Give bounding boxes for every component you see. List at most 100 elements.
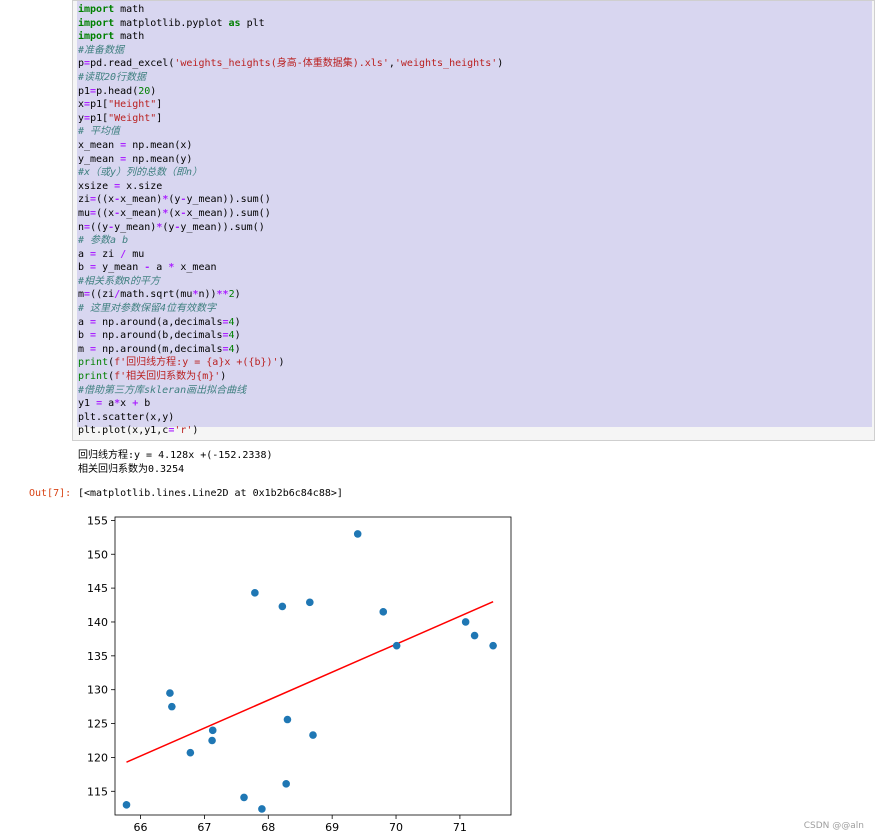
scatter-point: [122, 801, 131, 809]
code-token: y_mean)).sum(): [180, 221, 265, 233]
scatter-point: [208, 736, 216, 745]
code-token: x_mean: [78, 139, 121, 151]
code-line: b = y_mean - a * x_mean: [78, 261, 503, 275]
code-line: a = np.around(a,decimals=4): [78, 316, 503, 330]
code-line: x_mean = np.mean(x): [78, 139, 503, 153]
code-line: import math: [78, 3, 503, 17]
code-token: import: [78, 17, 115, 29]
code-token: #相关系数R的平方: [78, 275, 161, 287]
code-token: np.mean(y): [126, 153, 193, 165]
code-token: x_mean): [120, 194, 163, 206]
scatter-point: [240, 793, 248, 802]
code-token: #准备数据: [78, 44, 125, 56]
scatter-point: [168, 702, 176, 711]
code-token: xsize: [78, 180, 115, 192]
code-line: p1=p.head(20): [78, 85, 503, 99]
y-tick-label: 115: [87, 785, 108, 798]
code-cell[interactable]: import math import matplotlib.pyplot as p…: [72, 0, 875, 441]
code-line: #读取20行数据: [78, 71, 503, 85]
scatter-point: [258, 805, 266, 813]
code-token: np.mean(x): [126, 139, 193, 151]
scatter-point: [461, 618, 470, 626]
code-token: (x: [168, 207, 181, 219]
x-tick-label: 69: [325, 821, 339, 832]
code-token: #读取20行数据: [78, 71, 147, 83]
code-line: plt.scatter(x,y): [78, 411, 503, 425]
scatter-point: [306, 598, 314, 607]
code-token: 20: [138, 85, 151, 97]
code-token: math: [114, 31, 145, 43]
code-line: b = np.around(b,decimals=4): [78, 329, 503, 343]
code-token: np.around(a,decimals: [96, 316, 223, 328]
code-token: b: [78, 330, 91, 342]
scatter-point: [353, 530, 362, 538]
code-token: pd.read_excel(: [90, 58, 175, 70]
code-line: y_mean = np.mean(y): [78, 153, 503, 167]
code-line: print(f'相关回归系数为{m}'): [78, 370, 503, 384]
code-line: p=pd.read_excel('weights_heights(身高-体重数据…: [78, 57, 503, 71]
correlation-text: 相关回归系数为0.3254: [78, 463, 185, 475]
code-token: import: [78, 31, 115, 43]
code-line: y=p1["Weight"]: [78, 112, 503, 126]
code-token: p1: [78, 85, 91, 97]
code-token: a: [102, 398, 115, 410]
code-line: n=((y-y_mean)*(y-y_mean)).sum(): [78, 221, 503, 235]
code-token: x_mean: [174, 262, 217, 274]
code-token: as: [228, 17, 241, 29]
scatter-point: [186, 748, 195, 757]
code-token: mu: [78, 207, 91, 219]
plot-axes-frame: [114, 516, 512, 816]
code-token: 'r': [174, 425, 193, 437]
code-token: y_mean)).sum(): [186, 194, 271, 206]
y-tick-label: 120: [87, 751, 108, 764]
code-token: np.around(b,decimals: [96, 330, 223, 342]
code-line: #相关系数R的平方: [78, 275, 503, 289]
code-token: ): [234, 330, 241, 342]
code-token: # 参数a b: [78, 235, 129, 247]
scatter-point: [208, 726, 217, 735]
scatter-point: [470, 631, 479, 640]
code-token: ): [234, 343, 241, 355]
code-line: import matplotlib.pyplot as plt: [78, 17, 503, 31]
code-token: # 平均值: [78, 126, 121, 138]
code-line: import math: [78, 30, 503, 44]
scatter-point: [392, 641, 401, 650]
code-token: plt.plot(x,y1,c: [78, 425, 169, 437]
code-token: print: [78, 371, 109, 383]
y-tick-label: 140: [87, 616, 108, 629]
code-token: f'回归线方程:y = {a}x +({b})': [114, 357, 279, 369]
x-tick-label: 70: [389, 821, 403, 832]
code-token: ]: [156, 99, 163, 111]
scatter-point: [309, 731, 317, 739]
code-line: # 这里对参数保留4位有效数字: [78, 302, 503, 316]
code-token: a: [78, 316, 91, 328]
y-tick-label: 145: [87, 582, 108, 595]
scatter-point: [283, 715, 292, 724]
code-line: m = np.around(m,decimals=4): [78, 343, 503, 357]
code-token: ]: [156, 112, 163, 124]
code-token: 'weights_heights': [394, 58, 498, 70]
scatter-point: [278, 602, 287, 611]
code-token: x_mean)).sum(): [186, 207, 271, 219]
code-token: ((y: [90, 221, 109, 233]
code-token: b: [138, 398, 151, 410]
code-token: math: [114, 4, 145, 15]
code-token: zi: [96, 248, 121, 260]
code-token: p1[: [90, 112, 109, 124]
code-editor[interactable]: import math import matplotlib.pyplot as p…: [78, 3, 503, 438]
code-token: matplotlib.pyplot: [114, 17, 229, 29]
cell-stdout: 回归线方程:y = 4.128x +(-152.2338) 相关回归系数为0.3…: [78, 449, 273, 476]
y-tick-label: 130: [87, 684, 108, 697]
code-token: plt: [240, 17, 265, 29]
code-line: zi=((x-x_mean)*(y-y_mean)).sum(): [78, 193, 503, 207]
code-token: x_mean): [120, 207, 163, 219]
code-token: ((x: [96, 194, 115, 206]
code-token: y1: [78, 398, 97, 410]
code-line: #准备数据: [78, 44, 503, 58]
code-token: n)): [198, 289, 217, 301]
code-token: "Height": [108, 99, 157, 111]
code-token: 'weights_heights(身高-体重数据集).xls': [174, 58, 389, 70]
code-line: plt.plot(x,y1,c='r'): [78, 424, 503, 438]
scatter-plot: 66 67 68 69 70 71 115 120 125 130 135 140 145 150 155: [87, 514, 512, 832]
x-tick-label: 68: [261, 821, 275, 832]
